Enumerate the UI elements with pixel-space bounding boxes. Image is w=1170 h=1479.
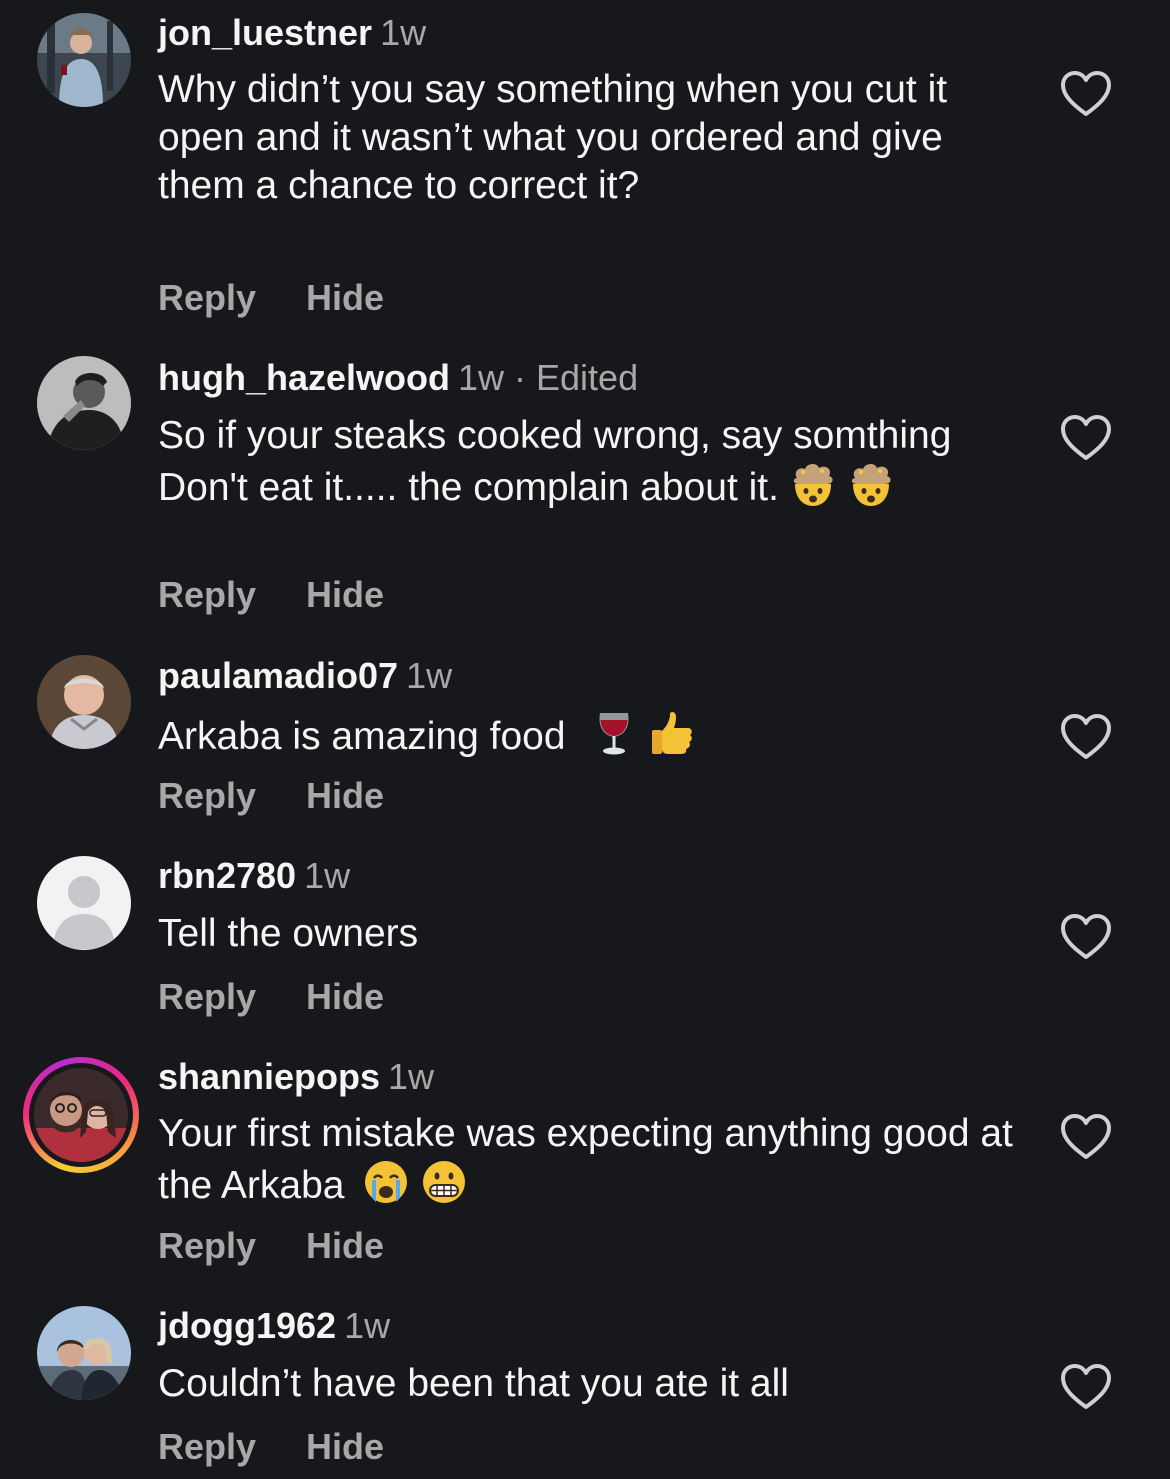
heart-outline-icon[interactable] [1060,1113,1112,1161]
reply-button[interactable]: Reply [158,977,256,1017]
comment-text: Couldn’t have been that you ate it all [158,1362,789,1405]
comment-text: Why didn’t you say something when you cu… [158,68,948,207]
avatar[interactable] [37,356,131,450]
comment-text: Your first mistake was expecting anythin… [158,1110,1028,1210]
avatar [34,1068,128,1162]
wine-glass-emoji [590,709,638,757]
heart-outline-icon[interactable] [1060,713,1112,761]
hide-button[interactable]: Hide [306,278,384,318]
reply-button[interactable]: Reply [158,776,256,816]
avatar[interactable] [37,856,131,950]
hide-button[interactable]: Hide [306,977,384,1017]
username[interactable]: jon_luestner [158,12,372,53]
heart-outline-icon[interactable] [1060,913,1112,961]
crying-face-emoji [362,1158,410,1206]
exploding-head-emoji [789,460,837,508]
username[interactable]: jdogg1962 [158,1305,336,1346]
heart-outline-icon[interactable] [1060,1363,1112,1411]
comment-time: 1w · Edited [458,357,639,398]
reply-button[interactable]: Reply [158,1226,256,1266]
comment-text-body: Arkaba is amazing food [158,715,566,758]
grimacing-face-emoji [420,1158,468,1206]
username[interactable]: rbn2780 [158,855,296,896]
hide-button[interactable]: Hide [306,1427,384,1467]
reply-button[interactable]: Reply [158,575,256,615]
avatar[interactable] [37,655,131,749]
story-ring-gap [29,1063,133,1167]
comment-text-body: Your first mistake was expecting anythin… [158,1112,1013,1207]
exploding-head-emoji [847,460,895,508]
avatar-story-ring[interactable] [23,1057,139,1173]
comment-text: Arkaba is amazing food [158,709,1028,761]
heart-outline-icon[interactable] [1060,414,1112,462]
reply-button[interactable]: Reply [158,1427,256,1467]
heart-outline-icon[interactable] [1060,70,1112,118]
reply-button[interactable]: Reply [158,278,256,318]
thumbs-up-emoji [648,709,696,757]
hide-button[interactable]: Hide [306,776,384,816]
comment-time: 1w [344,1305,391,1346]
hide-button[interactable]: Hide [306,1226,384,1266]
comment-text: So if your steaks cooked wrong, say somt… [158,412,1028,512]
avatar[interactable] [37,1306,131,1400]
username[interactable]: shanniepops [158,1056,380,1097]
comment-time: 1w [304,855,351,896]
comment-time: 1w [380,12,427,53]
comment-time: 1w [406,655,453,696]
hide-button[interactable]: Hide [306,575,384,615]
avatar[interactable] [37,13,131,107]
comment-text: Tell the owners [158,912,419,955]
username[interactable]: paulamadio07 [158,655,398,696]
username[interactable]: hugh_hazelwood [158,357,450,398]
comment-time: 1w [388,1056,435,1097]
